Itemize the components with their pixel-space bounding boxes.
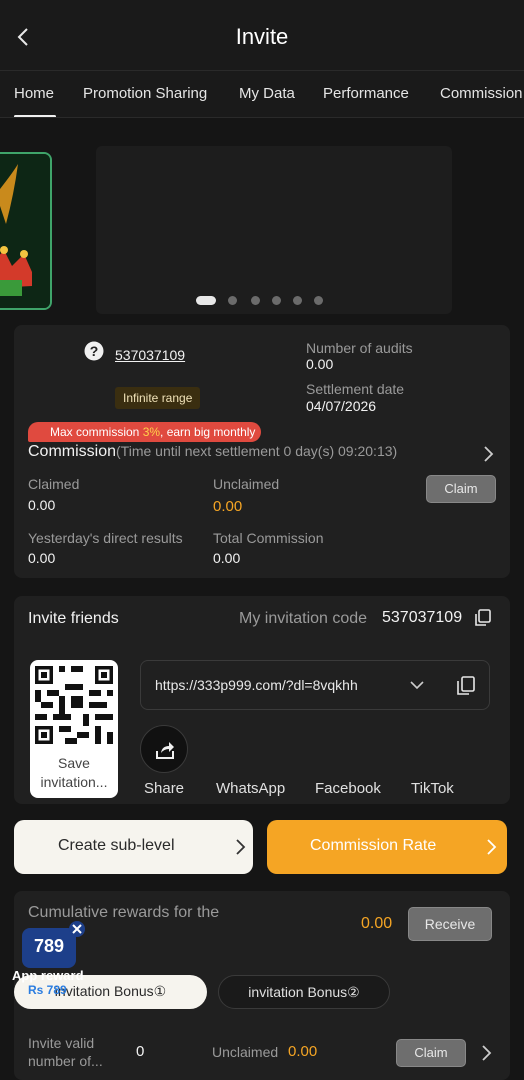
- cumulative-rewards-value: 0.00: [361, 915, 393, 932]
- settlement-date: 04/07/2026: [306, 398, 377, 414]
- tab-home[interactable]: Home: [14, 85, 54, 102]
- audits-value: 0.00: [306, 356, 334, 372]
- unclaimed-value: 0.00: [213, 498, 243, 515]
- invite-url-field[interactable]: https://333p999.com/?dl=8vqkhh: [140, 660, 490, 710]
- commission-header[interactable]: Commission(Time until next settlement 0 …: [28, 443, 397, 461]
- promo-suffix: , earn big monthly: [160, 425, 256, 439]
- help-icon[interactable]: ?: [84, 341, 104, 361]
- banner-image-card[interactable]: [0, 152, 52, 310]
- settlement-label: Settlement date: [306, 381, 405, 397]
- invitation-code-label: My invitation code: [239, 610, 368, 627]
- carousel-dot[interactable]: [251, 296, 260, 305]
- jester-hat-icon: [0, 154, 50, 308]
- promo-prefix: Max commission: [50, 425, 143, 439]
- receive-button[interactable]: Receive: [408, 907, 492, 941]
- app-logo-text: 789: [33, 936, 65, 956]
- promo-highlight: 3%: [142, 425, 161, 439]
- commission-rate-button[interactable]: Commission Rate: [267, 820, 507, 874]
- rewards-claim-button[interactable]: Claim: [396, 1039, 466, 1067]
- tab-promotion-sharing[interactable]: Promotion Sharing: [83, 85, 207, 102]
- tab-performance[interactable]: Performance: [323, 85, 409, 102]
- bonus-tab-2[interactable]: invitation Bonus②: [218, 975, 390, 1009]
- promo-banner[interactable]: [0, 140, 524, 320]
- commission-title: Commission: [28, 443, 117, 460]
- promo-banner-tag: Max commission 3%, earn big monthly: [28, 422, 262, 442]
- app-reward-floating-ad[interactable]: 789 App reward Rs 789: [10, 920, 90, 1000]
- unclaimed-label: Unclaimed: [213, 476, 280, 492]
- create-sub-level-label: Create sub-level: [58, 837, 175, 854]
- copy-url-icon[interactable]: [457, 676, 475, 696]
- yesterday-label: Yesterday's direct results: [28, 530, 183, 546]
- app-reward-amount: Rs 789: [28, 983, 67, 997]
- rewards-unclaimed-label: Unclaimed: [212, 1044, 279, 1060]
- commission-card: ? 537037109 Infinite range Number of aud…: [14, 325, 510, 578]
- create-sub-level-button[interactable]: Create sub-level: [14, 820, 253, 874]
- tiktok-label[interactable]: TikTok: [411, 780, 454, 797]
- active-tab-indicator: [14, 115, 56, 117]
- top-bar: Invite: [0, 0, 524, 72]
- invitation-code: 537037109: [382, 609, 463, 626]
- valid-invites-label: Invite valid number of...: [28, 1035, 103, 1069]
- facebook-label[interactable]: Facebook: [315, 780, 381, 797]
- qr-code-icon: [35, 666, 113, 744]
- carousel-dot[interactable]: [272, 296, 281, 305]
- share-label[interactable]: Share: [144, 780, 184, 797]
- range-badge: Infinite range: [115, 387, 201, 409]
- carousel-dot[interactable]: [228, 296, 237, 305]
- total-commission-label: Total Commission: [213, 530, 324, 546]
- rewards-unclaimed-value: 0.00: [288, 1043, 318, 1060]
- share-button[interactable]: [140, 725, 188, 773]
- invite-url: https://333p999.com/?dl=8vqkhh: [155, 677, 358, 693]
- valid-invites-value: 0: [136, 1043, 145, 1060]
- carousel-dot[interactable]: [314, 296, 323, 305]
- share-icon: [156, 742, 174, 759]
- page-title: Invite: [235, 24, 289, 49]
- yesterday-value: 0.00: [28, 550, 56, 566]
- chevron-down-icon[interactable]: [409, 679, 425, 691]
- chevron-right-icon: [236, 839, 246, 855]
- app-reward-label: App reward: [12, 968, 84, 983]
- qr-code-card[interactable]: Save invitation...: [30, 660, 118, 798]
- tab-bar: Home Promotion Sharing My Data Performan…: [0, 70, 524, 118]
- carousel-dot-active[interactable]: [196, 296, 216, 305]
- claim-button[interactable]: Claim: [426, 475, 496, 503]
- chevron-right-icon[interactable]: [480, 1044, 492, 1062]
- commission-rate-label: Commission Rate: [310, 837, 437, 854]
- total-commission-value: 0.00: [213, 550, 241, 566]
- svg-text:?: ?: [90, 343, 99, 359]
- close-icon[interactable]: [68, 920, 86, 938]
- copy-code-icon[interactable]: [475, 609, 491, 627]
- save-invitation-label[interactable]: Save invitation...: [34, 754, 114, 792]
- claimed-value: 0.00: [28, 497, 56, 513]
- chevron-right-icon: [487, 839, 497, 855]
- claimed-label: Claimed: [28, 476, 80, 492]
- banner-slide[interactable]: [96, 146, 452, 314]
- invite-title: Invite friends: [28, 610, 119, 627]
- tab-my-data[interactable]: My Data: [239, 85, 295, 102]
- whatsapp-label[interactable]: WhatsApp: [216, 780, 285, 797]
- tab-commission[interactable]: Commission: [440, 85, 523, 102]
- audits-label: Number of audits: [306, 340, 413, 356]
- settlement-countdown: (Time until next settlement 0 day(s) 09:…: [116, 443, 398, 459]
- carousel-dot[interactable]: [293, 296, 302, 305]
- chevron-right-icon[interactable]: [482, 445, 494, 463]
- agent-id: 537037109: [115, 347, 186, 363]
